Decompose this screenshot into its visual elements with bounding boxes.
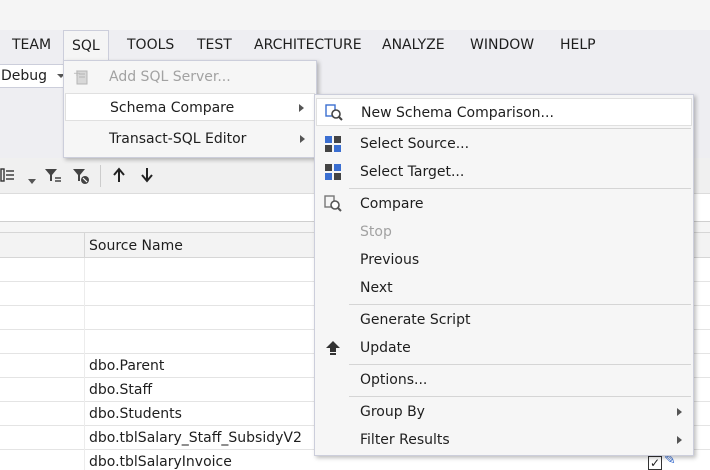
include-checkbox[interactable]: ✓ — [648, 456, 662, 470]
menu-item-label: New Schema Comparison... — [361, 105, 554, 121]
menu-item-label: Select Target... — [360, 164, 465, 180]
compare-icon — [324, 195, 342, 213]
menu-sql[interactable]: SQL — [63, 30, 109, 61]
menu-item-label: Transact-SQL Editor — [109, 131, 247, 147]
cell-divider — [84, 402, 85, 426]
menu-item-group-by[interactable]: Group By — [316, 398, 692, 426]
source-name-cell: dbo.Parent — [89, 358, 165, 374]
menu-item-label: Previous — [360, 252, 420, 268]
menu-test[interactable]: TEST — [197, 30, 232, 60]
column-header-source-name[interactable]: Source Name — [89, 233, 183, 259]
menu-item-label: Add SQL Server... — [109, 69, 231, 85]
toolbar-separator — [100, 165, 101, 187]
filter-clear-icon[interactable] — [72, 167, 90, 189]
column-separator[interactable] — [84, 233, 85, 259]
schema-compare-icon — [325, 104, 343, 122]
menu-analyze[interactable]: ANALYZE — [382, 30, 445, 60]
menu-separator — [349, 188, 691, 189]
source-name-cell: dbo.Staff — [89, 382, 153, 398]
menu-separator — [349, 128, 691, 129]
update-arrow-icon — [324, 339, 342, 357]
source-name-cell: dbo.tblSalary_Staff_SubsidyV2 — [89, 430, 302, 446]
menu-item-compare[interactable]: Compare — [316, 190, 692, 218]
menu-window[interactable]: WINDOW — [470, 30, 534, 60]
menu-tools[interactable]: TOOLS — [127, 30, 174, 60]
filter-icon[interactable] — [44, 167, 62, 189]
cell-divider — [84, 378, 85, 402]
menu-item-label: Filter Results — [360, 432, 450, 448]
database-select-icon — [324, 135, 342, 153]
solution-configuration-combo[interactable]: Debug — [0, 64, 70, 88]
menu-architecture[interactable]: ARCHITECTURE — [254, 30, 362, 60]
server-add-icon: + — [73, 68, 91, 86]
menu-separator — [349, 396, 691, 397]
menu-item-label: Options... — [360, 372, 428, 388]
menu-item-stop[interactable]: Stop — [316, 218, 692, 246]
menu-item-label: Select Source... — [360, 136, 470, 152]
menu-bar: TEAM SQL TOOLS TEST ARCHITECTURE ANALYZE… — [0, 30, 710, 61]
cell-divider — [84, 258, 85, 282]
arrow-up-icon[interactable] — [112, 167, 126, 187]
menu-item-select-target[interactable]: Select Target... — [316, 158, 692, 186]
cell-divider — [84, 426, 85, 450]
menu-item-filter-results[interactable]: Filter Results — [316, 426, 692, 454]
menu-separator — [349, 304, 691, 305]
cell-divider — [84, 282, 85, 306]
cell-divider — [84, 450, 85, 470]
menu-item-label: Generate Script — [360, 312, 471, 328]
dropdown-arrow-icon[interactable] — [28, 173, 36, 189]
submenu-arrow-icon — [677, 436, 682, 444]
menu-item-add-sql-server[interactable]: + Add SQL Server... — [65, 63, 315, 91]
cell-divider — [84, 306, 85, 330]
cell-divider — [84, 330, 85, 354]
menu-item-schema-compare[interactable]: Schema Compare — [65, 93, 315, 121]
menu-item-previous[interactable]: Previous — [316, 246, 692, 274]
submenu-arrow-icon — [677, 408, 682, 416]
menu-item-label: Compare — [360, 196, 424, 212]
source-name-cell: dbo.tblSalaryInvoice — [89, 454, 232, 470]
menu-item-transact-sql-editor[interactable]: Transact-SQL Editor — [65, 125, 315, 153]
menu-item-label: Group By — [360, 404, 425, 420]
menu-item-label: Next — [360, 280, 393, 296]
menu-item-update[interactable]: Update — [316, 334, 692, 362]
cell-divider — [84, 354, 85, 378]
menu-separator — [349, 364, 691, 365]
menu-team[interactable]: TEAM — [12, 30, 51, 60]
group-results-icon[interactable] — [0, 167, 18, 187]
sql-menu-dropdown: + Add SQL Server... Schema Compare Trans… — [63, 60, 317, 158]
menu-item-label: Update — [360, 340, 411, 356]
schema-compare-submenu: New Schema Comparison... Select Source..… — [314, 94, 694, 456]
menu-item-options[interactable]: Options... — [316, 366, 692, 394]
configuration-value: Debug — [1, 68, 48, 84]
submenu-arrow-icon — [299, 104, 304, 112]
arrow-down-icon[interactable] — [140, 167, 154, 187]
menu-item-label: Schema Compare — [110, 100, 235, 116]
menu-item-select-source[interactable]: Select Source... — [316, 130, 692, 158]
source-name-cell: dbo.Students — [89, 406, 182, 422]
database-select-icon — [324, 163, 342, 181]
submenu-arrow-icon — [300, 135, 305, 143]
svg-text:+: + — [73, 69, 81, 79]
menu-help[interactable]: HELP — [560, 30, 596, 60]
menu-item-next[interactable]: Next — [316, 274, 692, 302]
menu-item-label: Stop — [360, 224, 392, 240]
menu-item-generate-script[interactable]: Generate Script — [316, 306, 692, 334]
menu-item-new-schema-comparison[interactable]: New Schema Comparison... — [316, 98, 692, 126]
